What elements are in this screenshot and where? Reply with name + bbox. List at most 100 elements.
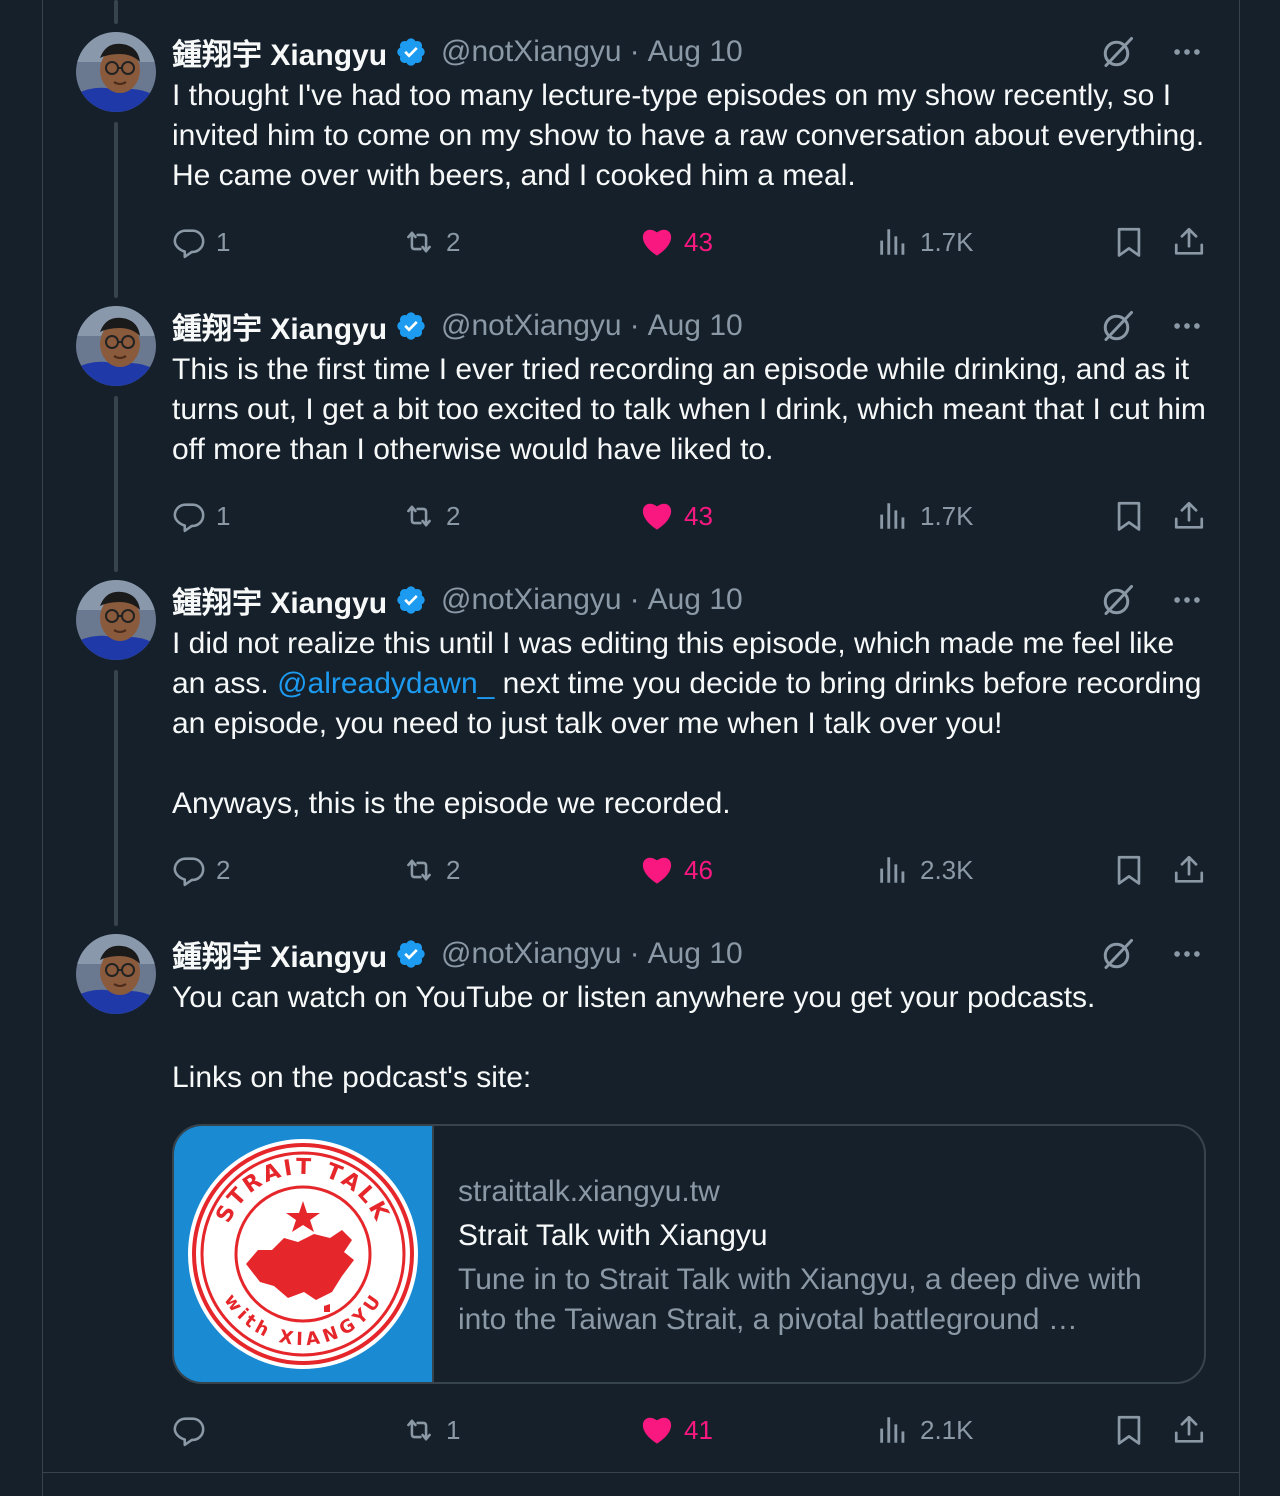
retweet-count: 2 bbox=[446, 226, 461, 257]
author-handle[interactable]: @notXiangyu bbox=[441, 937, 622, 971]
retweet-count: 2 bbox=[446, 854, 461, 885]
avatar[interactable] bbox=[76, 934, 156, 1014]
views-count: 2.3K bbox=[920, 854, 974, 885]
card-body: straittalk.xiangyu.tw Strait Talk with X… bbox=[458, 1172, 1174, 1340]
avatar[interactable] bbox=[76, 32, 156, 112]
views-icon bbox=[876, 1413, 910, 1447]
verified-badge-icon[interactable] bbox=[395, 36, 427, 68]
tweet-date[interactable]: Aug 10 bbox=[648, 309, 743, 343]
reply-button[interactable]: 2 bbox=[172, 850, 230, 890]
heart-icon bbox=[640, 499, 674, 533]
retweet-icon bbox=[402, 225, 436, 259]
profile-photo bbox=[76, 306, 156, 386]
retweet-count: 1 bbox=[446, 1414, 461, 1445]
bookmark-button[interactable] bbox=[1112, 222, 1146, 262]
verified-badge-icon[interactable] bbox=[395, 584, 427, 616]
share-icon bbox=[1172, 1413, 1206, 1447]
reply-button[interactable]: 1 bbox=[172, 222, 230, 262]
more-options-icon[interactable] bbox=[1170, 937, 1204, 971]
divider bbox=[43, 1472, 1239, 1473]
reply-count: 1 bbox=[216, 500, 231, 531]
tweet-date[interactable]: Aug 10 bbox=[648, 583, 743, 617]
author-handle[interactable]: @notXiangyu bbox=[441, 35, 622, 69]
retweet-button[interactable]: 2 bbox=[402, 496, 460, 536]
author-handle[interactable]: @notXiangyu bbox=[441, 309, 622, 343]
separator: · bbox=[629, 309, 640, 342]
views-icon bbox=[876, 499, 910, 533]
views-icon bbox=[876, 853, 910, 887]
separator: · bbox=[629, 937, 640, 970]
grok-icon[interactable] bbox=[1100, 308, 1136, 344]
reply-button[interactable] bbox=[172, 1410, 216, 1450]
grok-icon[interactable] bbox=[1100, 582, 1136, 618]
tweet-text: I thought I've had too many lecture-type… bbox=[172, 79, 1205, 192]
like-button[interactable]: 43 bbox=[640, 222, 713, 262]
bookmark-button[interactable] bbox=[1112, 850, 1146, 890]
share-button[interactable] bbox=[1172, 496, 1206, 536]
retweet-button[interactable]: 1 bbox=[402, 1410, 460, 1450]
bookmark-icon bbox=[1112, 1413, 1146, 1447]
tweet-header: 鍾翔宇 Xiangyu @notXiangyu · Aug 10 bbox=[172, 306, 1206, 346]
profile-photo bbox=[76, 934, 156, 1014]
views-button[interactable]: 2.1K bbox=[876, 1410, 974, 1450]
link-card[interactable]: STRAIT TALK with XIANGYU straittalk.xian… bbox=[172, 1124, 1206, 1384]
verified-badge-icon[interactable] bbox=[395, 938, 427, 970]
reply-button[interactable]: 1 bbox=[172, 496, 230, 536]
more-options-icon[interactable] bbox=[1170, 583, 1204, 617]
podcast-logo: STRAIT TALK with XIANGYU bbox=[188, 1139, 418, 1369]
views-button[interactable]: 1.7K bbox=[876, 222, 974, 262]
author-name[interactable]: 鍾翔宇 Xiangyu bbox=[172, 932, 387, 976]
card-title: Strait Talk with Xiangyu bbox=[458, 1219, 768, 1252]
author-handle[interactable]: @notXiangyu bbox=[441, 583, 622, 617]
thread-line bbox=[114, 122, 118, 298]
avatar[interactable] bbox=[76, 580, 156, 660]
share-icon bbox=[1172, 853, 1206, 887]
like-button[interactable]: 41 bbox=[640, 1410, 713, 1450]
retweet-button[interactable]: 2 bbox=[402, 850, 460, 890]
thread-line bbox=[114, 0, 118, 24]
share-button[interactable] bbox=[1172, 222, 1206, 262]
bookmark-button[interactable] bbox=[1112, 1410, 1146, 1450]
reply-count: 2 bbox=[216, 854, 231, 885]
card-description: Tune in to Strait Talk with Xiangyu, a d… bbox=[458, 1263, 1142, 1336]
avatar[interactable] bbox=[76, 306, 156, 386]
tweet-header: 鍾翔宇 Xiangyu @notXiangyu · Aug 10 bbox=[172, 934, 1206, 974]
tweet-text: This is the first time I ever tried reco… bbox=[172, 353, 1206, 466]
share-icon bbox=[1172, 499, 1206, 533]
action-bar: 1 41 2.1K bbox=[172, 1410, 1206, 1450]
grok-icon[interactable] bbox=[1100, 936, 1136, 972]
separator: · bbox=[629, 583, 640, 616]
author-name[interactable]: 鍾翔宇 Xiangyu bbox=[172, 304, 387, 348]
retweet-icon bbox=[402, 853, 436, 887]
retweet-icon bbox=[402, 499, 436, 533]
bookmark-icon bbox=[1112, 225, 1146, 259]
bookmark-icon bbox=[1112, 853, 1146, 887]
grok-icon[interactable] bbox=[1100, 34, 1136, 70]
bookmark-button[interactable] bbox=[1112, 496, 1146, 536]
like-button[interactable]: 43 bbox=[640, 496, 713, 536]
retweet-button[interactable]: 2 bbox=[402, 222, 460, 262]
tweet-header: 鍾翔宇 Xiangyu @notXiangyu · Aug 10 bbox=[172, 580, 1206, 620]
reply-icon bbox=[172, 853, 206, 887]
separator: · bbox=[629, 35, 640, 68]
share-button[interactable] bbox=[1172, 850, 1206, 890]
tweet-date[interactable]: Aug 10 bbox=[648, 35, 743, 69]
more-options-icon[interactable] bbox=[1170, 309, 1204, 343]
action-bar: 2 2 46 2.3K bbox=[172, 850, 1206, 890]
like-button[interactable]: 46 bbox=[640, 850, 713, 890]
profile-photo bbox=[76, 32, 156, 112]
author-name[interactable]: 鍾翔宇 Xiangyu bbox=[172, 578, 387, 622]
retweet-icon bbox=[402, 1413, 436, 1447]
reply-count: 1 bbox=[216, 226, 231, 257]
tweet-date[interactable]: Aug 10 bbox=[648, 937, 743, 971]
reply-icon bbox=[172, 499, 206, 533]
views-button[interactable]: 2.3K bbox=[876, 850, 974, 890]
mention-link[interactable]: @alreadydawn_ bbox=[277, 667, 494, 700]
views-count: 2.1K bbox=[920, 1414, 974, 1445]
author-name[interactable]: 鍾翔宇 Xiangyu bbox=[172, 30, 387, 74]
verified-badge-icon[interactable] bbox=[395, 310, 427, 342]
more-options-icon[interactable] bbox=[1170, 35, 1204, 69]
views-button[interactable]: 1.7K bbox=[876, 496, 974, 536]
share-button[interactable] bbox=[1172, 1410, 1206, 1450]
like-count: 43 bbox=[684, 226, 713, 257]
